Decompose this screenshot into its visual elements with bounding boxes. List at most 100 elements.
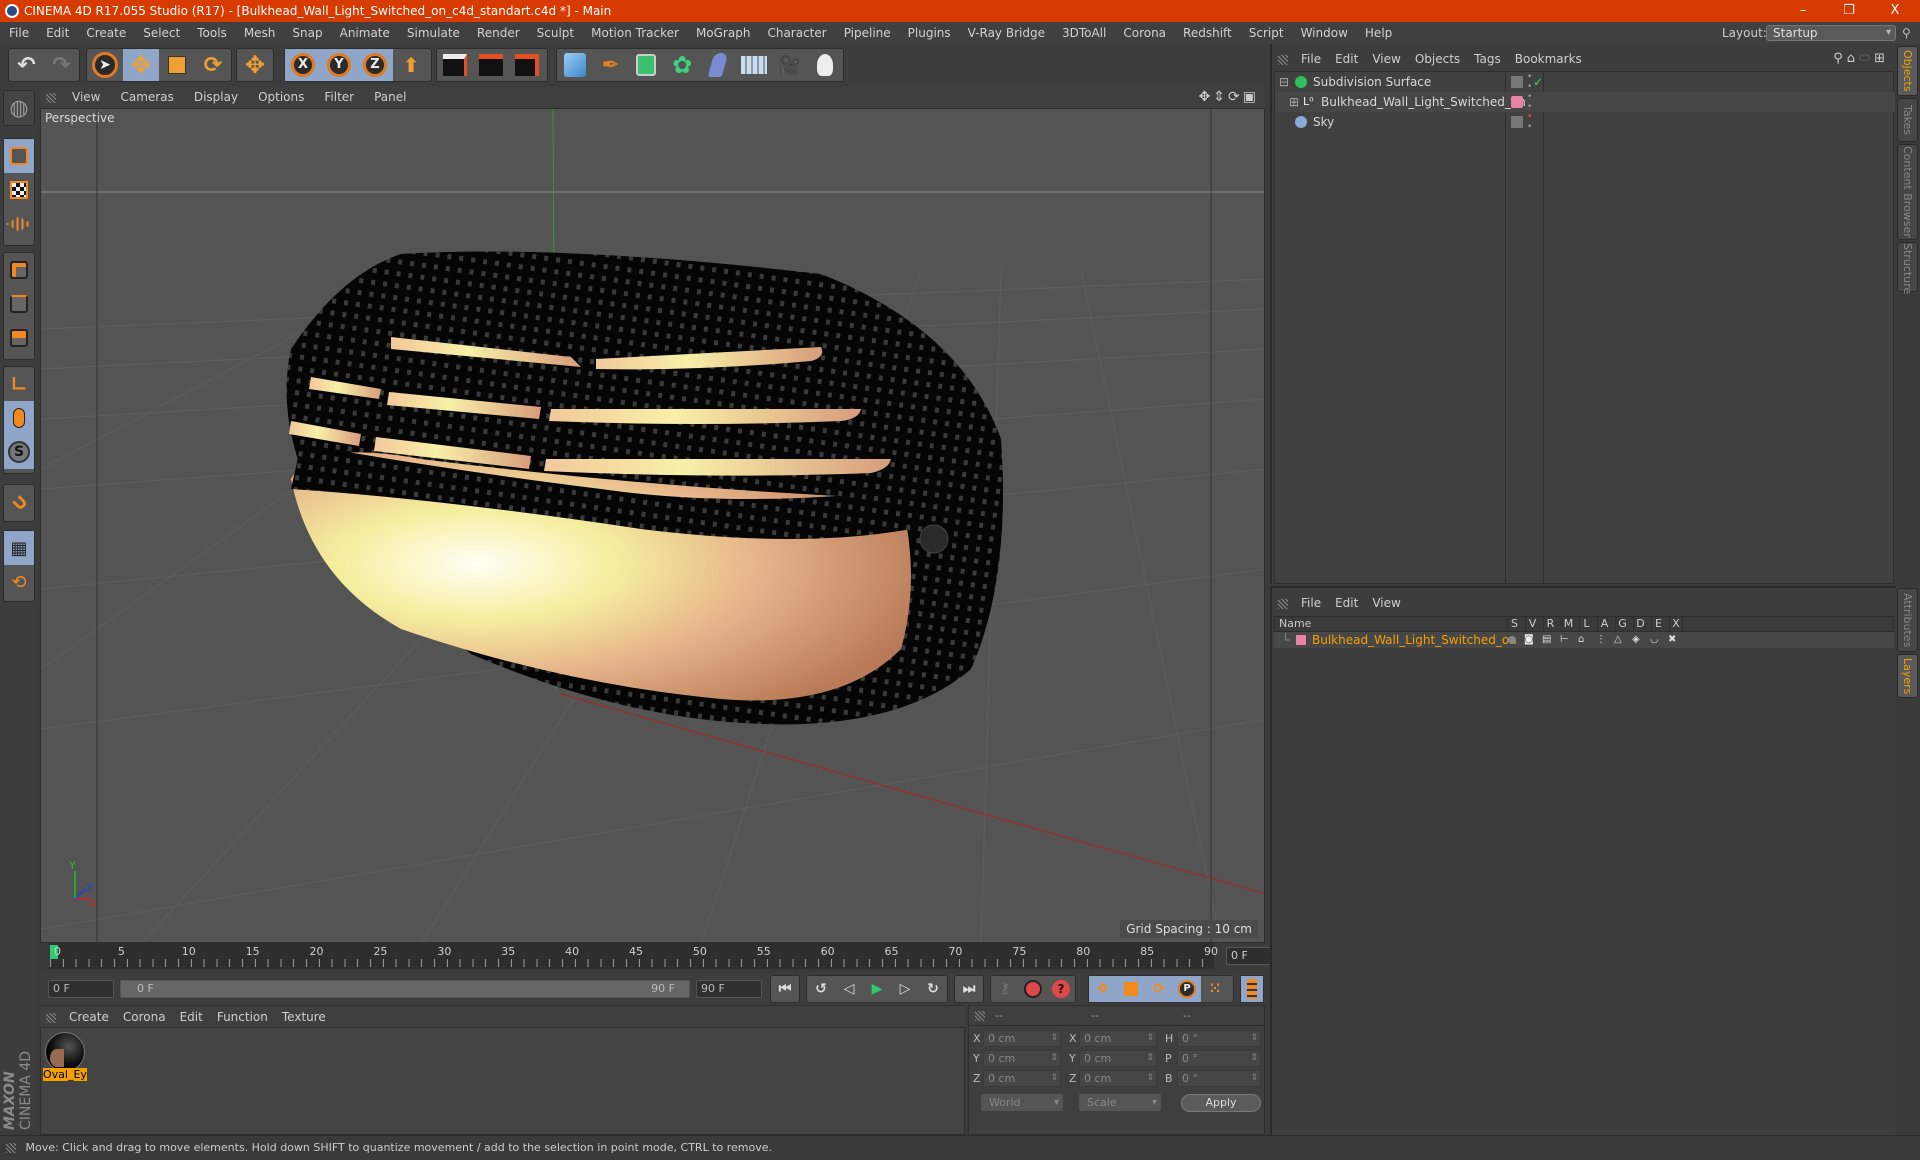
menu-create[interactable]: Create bbox=[77, 26, 134, 40]
tab-attributes[interactable]: Attributes bbox=[1897, 588, 1918, 652]
generator-icon[interactable]: △ bbox=[1614, 632, 1622, 648]
col-solo[interactable]: S bbox=[1507, 617, 1521, 631]
viewport-menu-filter[interactable]: Filter bbox=[314, 90, 364, 104]
object-name[interactable]: Subdivision Surface bbox=[1313, 72, 1431, 92]
enabled-check-icon[interactable]: ✓ bbox=[1533, 72, 1543, 92]
menu-redshift[interactable]: Redshift bbox=[1174, 26, 1240, 40]
play-button[interactable]: ▶ bbox=[863, 976, 891, 1002]
subdivision-button[interactable] bbox=[629, 49, 665, 81]
x-axis-button[interactable]: X bbox=[285, 49, 321, 81]
menu-simulate[interactable]: Simulate bbox=[398, 26, 468, 40]
select-tool-button[interactable]: ➤ bbox=[87, 49, 123, 81]
z-axis-button[interactable]: Z bbox=[357, 49, 393, 81]
coord-mode-select[interactable]: World bbox=[981, 1094, 1063, 1111]
layer-color-swatch[interactable] bbox=[1296, 635, 1306, 645]
magnet-button[interactable]: ∪ bbox=[4, 485, 34, 519]
model-mode-button[interactable] bbox=[4, 139, 34, 173]
menu-mesh[interactable]: Mesh bbox=[235, 26, 284, 40]
autokey-button[interactable]: ? bbox=[1047, 976, 1075, 1002]
object-menu-view[interactable]: View bbox=[1365, 52, 1407, 66]
layer-row[interactable]: └ Bulkhead_Wall_Light_Switched_on ◙ ▤ ⊢ … bbox=[1274, 632, 1894, 648]
end-frame-field[interactable]: 90 F bbox=[696, 980, 762, 998]
key-position-button[interactable]: ✥ bbox=[1089, 976, 1117, 1002]
menu-tools[interactable]: Tools bbox=[188, 26, 235, 40]
polygons-mode-button[interactable] bbox=[4, 321, 34, 355]
menu-pipeline[interactable]: Pipeline bbox=[835, 26, 899, 40]
size-field[interactable]: 0 cm bbox=[1079, 1030, 1157, 1047]
layer-swatch[interactable] bbox=[1511, 116, 1523, 128]
maximize-view-icon[interactable]: ▣ bbox=[1243, 89, 1259, 105]
object-menu-tags[interactable]: Tags bbox=[1467, 52, 1508, 66]
col-name[interactable]: Name bbox=[1279, 617, 1311, 631]
col-generators[interactable]: G bbox=[1615, 617, 1629, 631]
menu-select[interactable]: Select bbox=[134, 26, 188, 40]
snap-button[interactable]: S bbox=[4, 435, 34, 469]
keyframe-selection-button[interactable]: ⚷ bbox=[991, 976, 1019, 1002]
key-scale-button[interactable] bbox=[1117, 976, 1145, 1002]
menu-script[interactable]: Script bbox=[1240, 26, 1292, 40]
menu-window[interactable]: Window bbox=[1292, 26, 1356, 40]
viewport-menu-cameras[interactable]: Cameras bbox=[110, 90, 183, 104]
light-button[interactable] bbox=[807, 49, 843, 81]
render-clapper-icon[interactable]: ▤ bbox=[1542, 632, 1551, 648]
workplane-mode-button[interactable] bbox=[4, 207, 34, 241]
menu-sculpt[interactable]: Sculpt bbox=[528, 26, 582, 40]
viewport-menu-panel[interactable]: Panel bbox=[364, 90, 416, 104]
tab-layers[interactable]: Layers bbox=[1897, 654, 1918, 698]
layer-menu-edit[interactable]: Edit bbox=[1328, 596, 1365, 610]
rotation-field[interactable]: 0 ° bbox=[1177, 1070, 1261, 1087]
camera-button[interactable]: 🎥 bbox=[772, 49, 808, 81]
new-window-icon[interactable]: ⊞ bbox=[1874, 51, 1889, 66]
menu-character[interactable]: Character bbox=[758, 26, 834, 40]
render-view-button[interactable] bbox=[437, 49, 473, 81]
expand-icon[interactable]: ⊞ bbox=[1289, 92, 1299, 112]
cloner-button[interactable]: ✿ bbox=[664, 49, 700, 81]
rotation-field[interactable]: 0 ° bbox=[1177, 1050, 1261, 1067]
position-field[interactable]: 0 cm bbox=[983, 1030, 1061, 1047]
material-menu-texture[interactable]: Texture bbox=[275, 1010, 333, 1024]
globe-mode-button[interactable]: ◍ bbox=[4, 91, 34, 125]
points-mode-button[interactable] bbox=[4, 253, 34, 287]
view-eye-icon[interactable]: ◙ bbox=[1524, 632, 1534, 648]
layer-name[interactable]: Bulkhead_Wall_Light_Switched_on bbox=[1312, 632, 1517, 648]
tab-takes[interactable]: Takes bbox=[1897, 98, 1918, 142]
rotation-field[interactable]: 0 ° bbox=[1177, 1030, 1261, 1047]
workplane-rotate-button[interactable]: ⟲ bbox=[4, 565, 34, 599]
tab-content-browser[interactable]: Content Browser bbox=[1897, 144, 1918, 240]
minimize-button[interactable]: – bbox=[1780, 0, 1826, 22]
tab-structure[interactable]: Structure bbox=[1897, 242, 1918, 294]
coord-system-button[interactable]: ⬆ bbox=[393, 49, 429, 81]
position-field[interactable]: 0 cm bbox=[983, 1070, 1061, 1087]
col-xref[interactable]: X bbox=[1669, 617, 1683, 631]
timeline-window-button[interactable] bbox=[1241, 976, 1263, 1002]
next-frame-button[interactable]: ▷ bbox=[891, 976, 919, 1002]
coord-transform-select[interactable]: Scale bbox=[1079, 1094, 1161, 1111]
menu-animate[interactable]: Animate bbox=[331, 26, 398, 40]
redo-button[interactable]: ↷ bbox=[44, 49, 79, 81]
next-key-button[interactable]: ↻ bbox=[919, 976, 947, 1002]
live-selection-button[interactable]: ✥ bbox=[237, 49, 273, 81]
apply-button[interactable]: Apply bbox=[1181, 1094, 1261, 1112]
orbit-icon[interactable]: ⟳ bbox=[1228, 89, 1243, 105]
menu-plugins[interactable]: Plugins bbox=[899, 26, 959, 40]
position-field[interactable]: 0 cm bbox=[983, 1050, 1061, 1067]
tab-objects[interactable]: Objects bbox=[1897, 46, 1918, 96]
menu-vray-bridge[interactable]: V-Ray Bridge bbox=[959, 26, 1053, 40]
menu-mograph[interactable]: MoGraph bbox=[687, 26, 759, 40]
cube-button[interactable] bbox=[557, 49, 593, 81]
menu-help[interactable]: Help bbox=[1356, 26, 1400, 40]
search-icon[interactable]: ⚲ bbox=[1833, 51, 1847, 66]
menu-motion-tracker[interactable]: Motion Tracker bbox=[582, 26, 687, 40]
record-button[interactable] bbox=[1019, 976, 1047, 1002]
eye-icon[interactable]: ⬭ bbox=[1859, 51, 1874, 66]
pen-button[interactable]: ✒ bbox=[593, 49, 629, 81]
key-pla-button[interactable]: ⁙ bbox=[1201, 976, 1229, 1002]
viewport-menu-options[interactable]: Options bbox=[248, 90, 314, 104]
panel-grip-icon[interactable] bbox=[1278, 54, 1288, 65]
lock-icon[interactable]: ⌂ bbox=[1578, 632, 1584, 648]
goto-end-button[interactable]: ⏭ bbox=[955, 976, 983, 1002]
layer-swatch[interactable] bbox=[1511, 96, 1523, 108]
prev-key-button[interactable]: ↺ bbox=[807, 976, 835, 1002]
key-rotation-button[interactable]: ⟳ bbox=[1145, 976, 1173, 1002]
viewport-menu-view[interactable]: View bbox=[62, 90, 110, 104]
